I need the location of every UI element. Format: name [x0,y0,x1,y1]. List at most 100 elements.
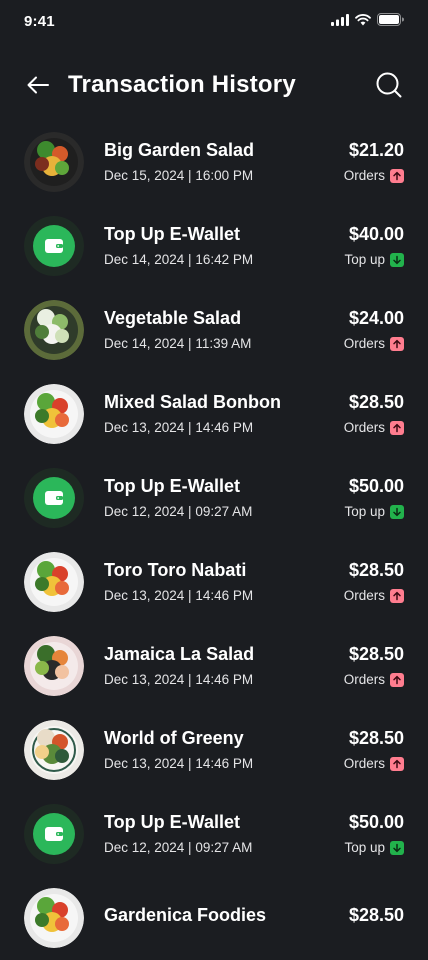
status-bar: 9:41 [0,0,428,44]
transaction-date: Dec 13, 2024 | 14:46 PM [104,588,254,603]
transaction-type: Top up [344,503,404,521]
transaction-row[interactable]: Vegetable Salad Dec 14, 2024 | 11:39 AM $2… [0,288,428,372]
transaction-date: Dec 14, 2024 | 11:39 AM [104,336,252,351]
wallet-icon [24,468,84,528]
battery-icon [377,13,404,31]
arrow-left-icon [27,76,49,94]
transaction-type: Orders [344,755,404,773]
search-button[interactable] [374,70,404,100]
transaction-date: Dec 14, 2024 | 16:42 PM [104,252,254,267]
transaction-type: Top up [344,251,404,269]
food-thumbnail [24,720,84,780]
transaction-name: Jamaica La Salad [104,644,255,664]
arrow-up-icon [390,589,404,603]
transaction-row[interactable]: World of Greeny Dec 13, 2024 | 14:46 PM $2… [0,708,428,792]
transaction-meta: $24.00 Orders [344,307,404,353]
transaction-type: Orders [344,587,404,605]
transaction-info: Jamaica La Salad Dec 13, 2024 | 14:46 PM [104,643,344,689]
transaction-name: Vegetable Salad [104,308,242,328]
food-thumbnail [24,636,84,696]
transaction-list: Big Garden Salad Dec 15, 2024 | 16:00 PM $… [0,120,428,960]
food-thumbnail [24,384,84,444]
transaction-row[interactable]: Mixed Salad Bonbon Dec 13, 2024 | 14:46 P… [0,372,428,456]
transaction-info: World of Greeny Dec 13, 2024 | 14:46 PM [104,727,344,773]
arrow-up-icon [390,337,404,351]
transaction-meta: $28.50 Orders [344,643,404,689]
transaction-date: Dec 13, 2024 | 14:46 PM [104,420,254,435]
transaction-amount: $28.50 [348,905,404,925]
transaction-amount: $50.00 [348,476,404,496]
transaction-meta: $28.50 Orders [344,727,404,773]
transaction-row[interactable]: Gardenica Foodies $28.50 [0,876,428,960]
transaction-amount: $28.50 [348,392,404,412]
transaction-type-label: Orders [343,420,385,435]
transaction-meta: $21.20 Orders [344,139,404,185]
transaction-amount: $40.00 [348,224,404,244]
transaction-row[interactable]: Top Up E-Wallet Dec 14, 2024 | 16:42 PM $4… [0,204,428,288]
transaction-row[interactable]: Jamaica La Salad Dec 13, 2024 | 14:46 PM $… [0,624,428,708]
transaction-type-label: Orders [343,756,385,771]
transaction-type-label: Orders [343,336,385,351]
wifi-icon [355,13,371,31]
transaction-type-label: Top up [344,504,385,519]
status-time: 9:41 [24,12,55,30]
page-header: Transaction History [0,62,428,108]
transaction-name: Mixed Salad Bonbon [104,392,282,412]
transaction-row[interactable]: Toro Toro Nabati Dec 13, 2024 | 14:46 PM $… [0,540,428,624]
back-button[interactable] [24,71,52,99]
wallet-icon [24,804,84,864]
transaction-info: Mixed Salad Bonbon Dec 13, 2024 | 14:46 P… [104,391,344,437]
transaction-amount: $50.00 [348,812,404,832]
transaction-info: Vegetable Salad Dec 14, 2024 | 11:39 AM [104,307,344,353]
transaction-type: Orders [344,419,404,437]
arrow-up-icon [390,421,404,435]
arrow-up-icon [390,757,404,771]
cellular-signal-icon [331,13,349,31]
transaction-amount: $21.20 [348,140,404,160]
transaction-meta: $28.50 Orders [344,559,404,605]
transaction-date: Dec 12, 2024 | 09:27 AM [104,504,253,519]
arrow-down-icon [390,841,404,855]
transaction-info: Big Garden Salad Dec 15, 2024 | 16:00 PM [104,139,344,185]
transaction-type: Orders [344,167,404,185]
transaction-amount: $24.00 [348,308,404,328]
transaction-name: Toro Toro Nabati [104,560,247,580]
transaction-type: Orders [344,335,404,353]
transaction-date: Dec 12, 2024 | 09:27 AM [104,840,253,855]
transaction-name: Gardenica Foodies [104,905,267,925]
transaction-meta: $28.50 Orders [344,391,404,437]
transaction-date: Dec 13, 2024 | 14:46 PM [104,756,254,771]
transaction-name: Big Garden Salad [104,140,255,160]
food-thumbnail [24,888,84,948]
transaction-info: Top Up E-Wallet Dec 12, 2024 | 09:27 AM [104,811,344,857]
transaction-meta: $40.00 Top up [344,223,404,269]
food-thumbnail [24,552,84,612]
transaction-row[interactable]: Top Up E-Wallet Dec 12, 2024 | 09:27 AM $5… [0,456,428,540]
arrow-down-icon [390,505,404,519]
transaction-amount: $28.50 [348,644,404,664]
transaction-date: Dec 15, 2024 | 16:00 PM [104,168,254,183]
transaction-meta: $28.50 [349,904,404,932]
transaction-row[interactable]: Big Garden Salad Dec 15, 2024 | 16:00 PM $… [0,120,428,204]
transaction-type-label: Top up [344,252,385,267]
transaction-info: Toro Toro Nabati Dec 13, 2024 | 14:46 PM [104,559,344,605]
transaction-type-label: Top up [344,840,385,855]
arrow-down-icon [390,253,404,267]
transaction-meta: $50.00 Top up [344,811,404,857]
transaction-name: Top Up E-Wallet [104,224,240,244]
status-icons [331,13,404,31]
transaction-name: Top Up E-Wallet [104,812,240,832]
transaction-amount: $28.50 [348,560,404,580]
transaction-meta: $50.00 Top up [344,475,404,521]
transaction-date: Dec 13, 2024 | 14:46 PM [104,672,254,687]
transaction-name: Top Up E-Wallet [104,476,240,496]
food-thumbnail [24,132,84,192]
search-icon [376,72,402,98]
transaction-row[interactable]: Top Up E-Wallet Dec 12, 2024 | 09:27 AM $5… [0,792,428,876]
arrow-up-icon [390,169,404,183]
transaction-type-label: Orders [343,672,385,687]
transaction-info: Gardenica Foodies [104,904,349,932]
transaction-type-label: Orders [343,168,385,183]
transaction-type-label: Orders [343,588,385,603]
food-thumbnail [24,300,84,360]
